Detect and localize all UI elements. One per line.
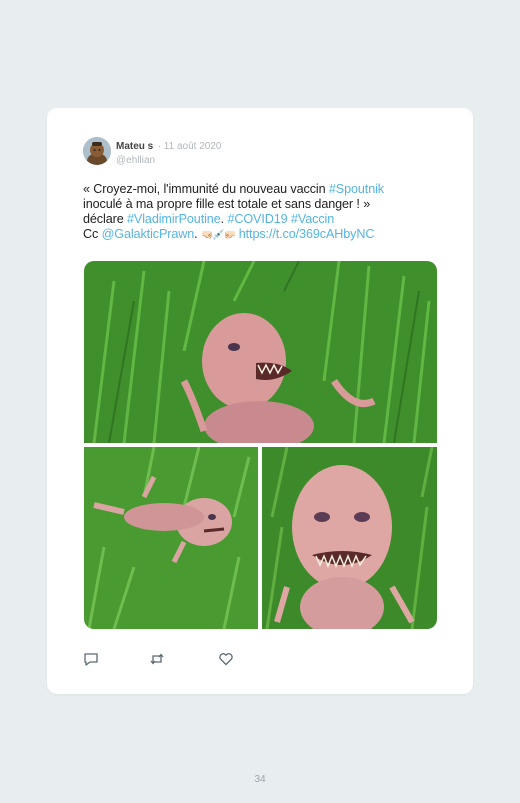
avatar-image [83,137,111,165]
page-number: 34 [254,774,266,785]
tweet-card: Mateu s · 11 août 2020 @ehllian « Croyez… [47,108,473,694]
mention-galakticprawn[interactable]: @GalakticPrawn [102,227,195,241]
hashtag-vladimirpoutine[interactable]: #VladimirPoutine [127,212,221,226]
tweet-line-1: « Croyez-moi, l'immunité du nouveau vacc… [83,182,443,197]
tweet-line-2: inoculé à ma propre fille est totale et … [83,197,443,212]
author-name[interactable]: Mateu s [116,141,153,152]
text-segment: Cc [83,227,102,241]
tweet-line-3: déclare #VladimirPoutine. #COVID19 #Vacc… [83,212,443,227]
photo-creature-in-grass[interactable] [84,261,437,443]
text-segment: . [194,227,201,241]
photo-image [262,447,437,629]
tweet-date[interactable]: 11 août 2020 [164,141,222,152]
reply-icon[interactable] [83,651,99,667]
fist-syringe-emoji: 🤜🏻💉🤛🏻 [200,230,236,241]
tweet-media [84,261,437,629]
photo-creature-closeup[interactable] [262,447,437,629]
avatar[interactable] [83,137,111,165]
hashtag-spoutnik[interactable]: #Spoutnik [329,182,384,196]
text-segment: « Croyez-moi, l'immunité du nouveau vacc… [83,182,329,196]
tweet-author: Mateu s · 11 août 2020 @ehllian [116,139,221,167]
hashtag-covid19[interactable]: #COVID19 [227,212,287,226]
like-icon[interactable] [218,651,234,667]
photo-image [84,261,437,443]
text-segment: déclare [83,212,128,226]
text-segment: inoculé à ma propre fille est totale et … [83,197,371,211]
photo-image [84,447,258,629]
photo-creature-lying[interactable] [84,447,258,629]
tweet-link[interactable]: https://t.co/369cAHbyNC [239,227,375,241]
hashtag-vaccin[interactable]: #Vaccin [291,212,334,226]
author-handle[interactable]: @ehllian [116,155,221,167]
tweet-text: « Croyez-moi, l'immunité du nouveau vacc… [83,182,443,243]
tweet-line-4: Cc @GalakticPrawn. 🤜🏻💉🤛🏻 https://t.co/36… [83,227,443,243]
retweet-icon[interactable] [149,651,165,667]
